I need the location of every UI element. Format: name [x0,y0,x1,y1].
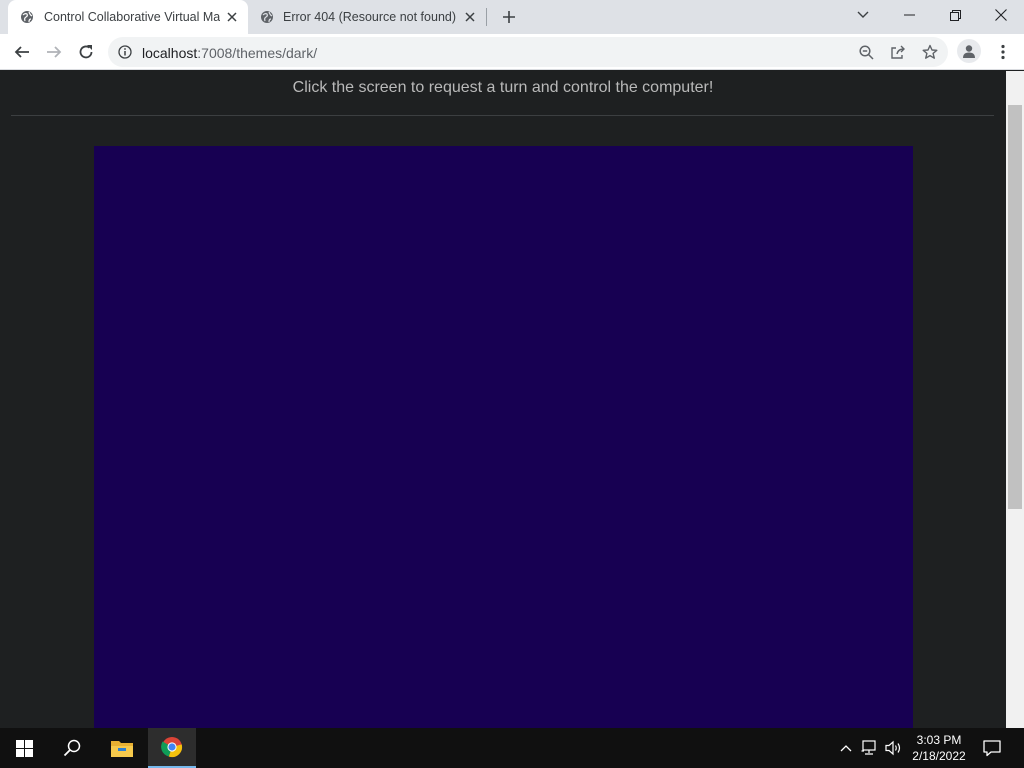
url-text: localhost:7008/themes/dark/ [142,45,317,61]
profile-avatar-icon[interactable] [957,39,981,63]
zoom-icon[interactable] [856,42,876,62]
web-page: Click the screen to request a turn and c… [0,71,1006,728]
tab-strip: Control Collaborative Virtual Machine Er… [0,0,1024,34]
restore-button[interactable] [932,0,978,30]
forward-button[interactable] [41,39,67,65]
url-path: :7008/themes/dark/ [197,45,318,61]
more-menu-icon[interactable] [993,40,1013,64]
reload-button[interactable] [73,39,99,65]
globe-icon [260,10,274,24]
page-scrollbar[interactable] [1006,71,1024,728]
tab-close-icon[interactable] [462,9,478,25]
info-icon[interactable] [118,45,132,59]
windows-taskbar: 3:03 PM 2/18/2022 [0,728,1024,768]
minimize-button[interactable] [886,0,932,30]
notification-center-icon[interactable] [982,738,1002,758]
tab-inactive[interactable]: Error 404 (Resource not found) [248,0,486,34]
globe-icon [20,10,34,24]
chrome-icon[interactable] [148,728,196,768]
divider [11,115,994,116]
tab-separator [486,8,487,26]
search-icon[interactable] [48,728,96,768]
back-button[interactable] [9,39,35,65]
url-host: localhost [142,45,198,61]
close-window-button[interactable] [978,0,1024,30]
address-bar[interactable]: localhost:7008/themes/dark/ [108,37,948,67]
vm-display-screen[interactable] [94,146,913,728]
tab-close-icon[interactable] [224,9,240,25]
turn-request-banner: Click the screen to request a turn and c… [292,79,714,96]
tab-title: Error 404 (Resource not found) [283,10,457,24]
clock-date: 2/18/2022 [912,749,966,763]
tab-search-chevron-icon[interactable] [840,0,886,30]
windows-start-icon[interactable] [0,728,48,768]
scrollbar-thumb[interactable] [1008,105,1022,509]
file-explorer-icon[interactable] [98,728,146,768]
tab-title: Control Collaborative Virtual Machine [44,10,220,24]
bookmark-star-icon[interactable] [920,42,940,62]
browser-toolbar: localhost:7008/themes/dark/ [0,34,1024,70]
chevron-up-icon[interactable] [837,738,855,758]
taskbar-clock[interactable]: 3:03 PM 2/18/2022 [905,732,973,764]
new-tab-button[interactable] [498,6,520,28]
network-icon[interactable] [861,738,879,758]
tab-active[interactable]: Control Collaborative Virtual Machine [8,0,248,34]
volume-icon[interactable] [885,738,903,758]
share-icon[interactable] [888,42,908,62]
clock-time: 3:03 PM [916,733,962,747]
